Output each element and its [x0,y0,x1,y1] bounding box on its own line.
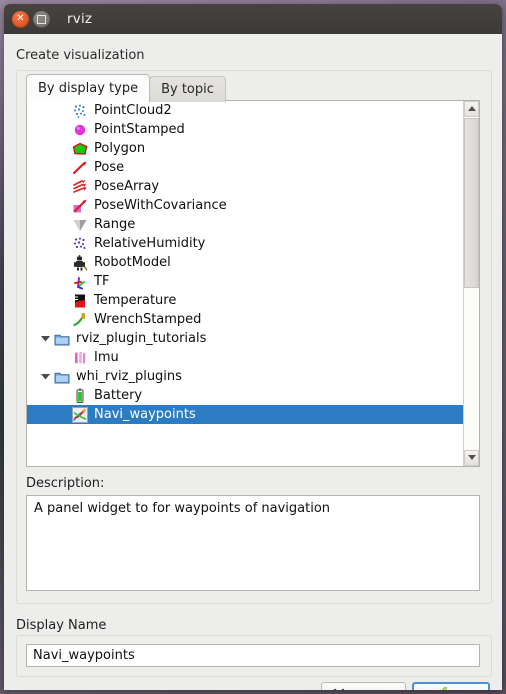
page-title: Create visualization [16,48,145,63]
tab-by-topic-label: By topic [161,82,214,97]
robotmodel-icon [71,254,89,271]
cancel-x-icon [333,688,345,690]
tree-row-label: Temperature [94,293,177,308]
scrollbar-thumb[interactable] [464,118,479,288]
tree-row[interactable]: Range [27,215,463,234]
tree-row[interactable]: RobotModel [27,253,463,272]
tree-row-label: PoseArray [94,179,160,194]
tree-no-arrow [55,291,71,310]
tree-row[interactable]: Pose [27,158,463,177]
wrenchstamped-icon [71,311,89,328]
tree-row-label: Imu [94,350,119,365]
tree-no-arrow [55,348,71,367]
dialog-button-row: Cancel OK [320,682,490,691]
posearray-icon [71,178,89,195]
tree-no-arrow [55,120,71,139]
tree-row-label: Battery [94,388,143,403]
tree-row-label: RobotModel [94,255,171,270]
tree-no-arrow [55,139,71,158]
pose-icon [71,159,89,176]
tree-no-arrow [55,158,71,177]
tree-row[interactable]: PointCloud2 [27,101,463,120]
tree-no-arrow [55,386,71,405]
tree-row[interactable]: PoseArray [27,177,463,196]
battery-icon [71,387,89,404]
tree-row-selected[interactable]: Navi_waypoints [27,405,463,424]
chevron-down-icon[interactable] [37,367,53,386]
posewithcovariance-icon [71,197,89,214]
range-icon [71,216,89,233]
cancel-button-label: Cancel [350,689,394,691]
scroll-up-icon[interactable] [464,101,479,117]
rviz-dialog-window: ✕ rviz Create visualization By display t… [4,4,502,690]
folder-icon [53,330,71,347]
tree-row-label: RelativeHumidity [94,236,206,251]
close-icon[interactable]: ✕ [12,10,29,28]
description-label: Description: [26,476,105,491]
tree-row-label: rviz_plugin_tutorials [76,331,207,346]
tab-by-topic[interactable]: By topic [149,76,226,102]
tree-row-label: Navi_waypoints [94,407,196,422]
tree-row[interactable]: rviz_plugin_tutorials [27,329,463,348]
tree-row[interactable]: Imu [27,348,463,367]
tree-row-label: Polygon [94,141,146,156]
tree-rows-container: PointCloud2 PointStamped Polygon Pose PoseAr… [27,101,463,466]
tree-row[interactable]: Temperature [27,291,463,310]
tree-row[interactable]: PointStamped [27,120,463,139]
display-name-input[interactable]: Navi_waypoints [26,644,480,667]
navi-waypoints-icon [71,406,89,423]
maximize-icon[interactable] [33,10,50,28]
tree-no-arrow [55,196,71,215]
tab-bar: By display type By topic [26,74,226,102]
check-icon [431,686,448,690]
tf-icon [71,273,89,290]
description-text: A panel widget to for waypoints of navig… [26,495,480,591]
chevron-down-icon[interactable] [37,329,53,348]
dialog-content: Create visualization By display type By … [4,34,502,690]
tree-row-label: Pose [94,160,125,175]
imu-icon [71,349,89,366]
tree-row-label: whi_rviz_plugins [76,369,182,384]
tree-row[interactable]: Polygon [27,139,463,158]
tree-row[interactable]: TF [27,272,463,291]
ok-button-label: OK [452,689,471,691]
tree-row-label: PoseWithCovariance [94,198,227,213]
cancel-button[interactable]: Cancel [320,682,406,691]
tree-no-arrow [55,177,71,196]
folder-icon [53,368,71,385]
tree-no-arrow [55,310,71,329]
tree-row[interactable]: whi_rviz_plugins [27,367,463,386]
tree-no-arrow [55,253,71,272]
tab-by-display-type-label: By display type [38,81,139,96]
tree-vertical-scrollbar[interactable] [463,101,479,466]
tree-no-arrow [55,405,71,424]
window-title: rviz [67,11,93,27]
temperature-icon [71,292,89,309]
tree-row[interactable]: RelativeHumidity [27,234,463,253]
tree-no-arrow [55,215,71,234]
tree-no-arrow [55,101,71,120]
ok-button[interactable]: OK [412,682,490,690]
pointcloud2-icon [71,102,89,119]
tree-row-label: PointStamped [94,122,185,137]
tree-row[interactable]: Battery [27,386,463,405]
tree-row-label: Range [94,217,136,232]
scroll-down-icon[interactable] [464,450,479,466]
display-name-label: Display Name [16,618,107,633]
tree-row[interactable]: PoseWithCovariance [27,196,463,215]
title-bar: ✕ rviz [4,4,502,34]
relativehumidity-icon [71,235,89,252]
polygon-icon [71,140,89,157]
tree-row-label: TF [94,274,110,289]
tree-row[interactable]: WrenchStamped [27,310,463,329]
tree-no-arrow [55,272,71,291]
pointstamped-icon [71,121,89,138]
tree-row-label: WrenchStamped [94,312,202,327]
tree-no-arrow [55,234,71,253]
tree-row-label: PointCloud2 [94,103,172,118]
display-type-tree[interactable]: PointCloud2 PointStamped Polygon Pose PoseAr… [26,100,480,467]
tab-by-display-type[interactable]: By display type [26,74,151,102]
